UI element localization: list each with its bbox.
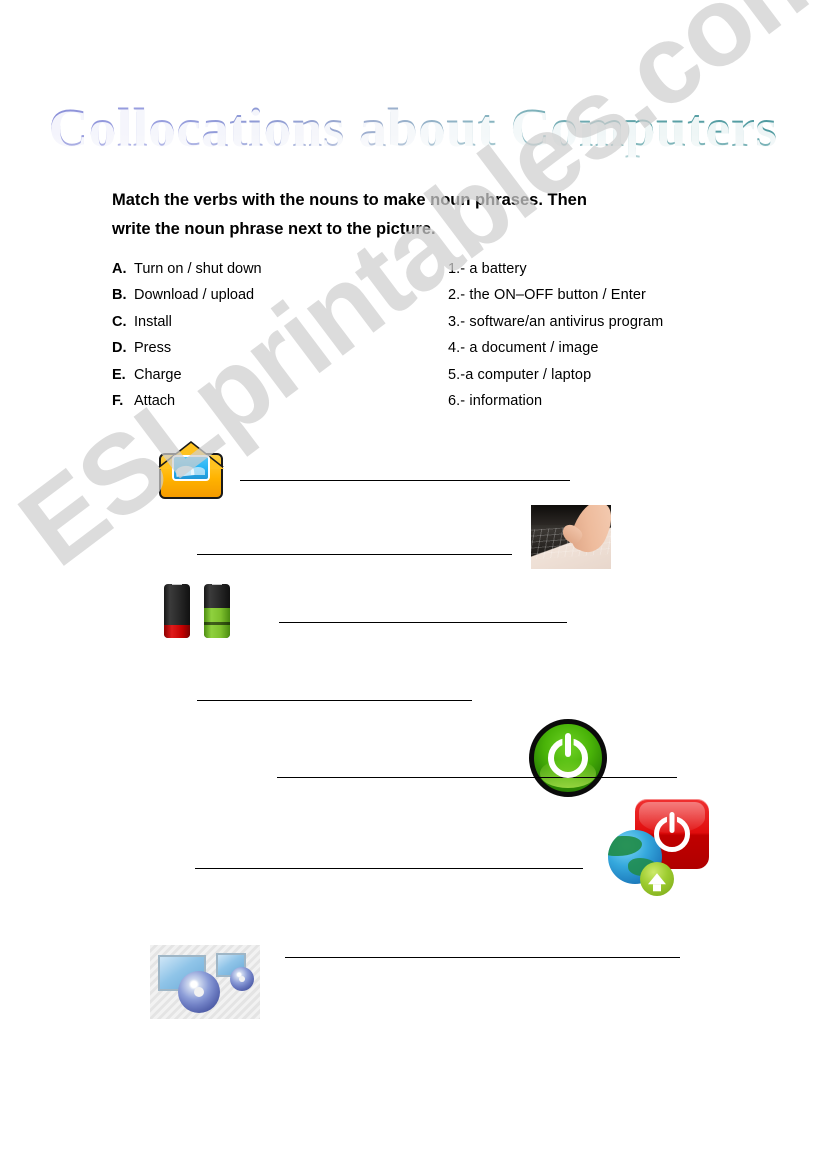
picture-answer-area [0,0,826,1169]
power-bar-red [669,812,675,833]
battery-low-icon [164,584,190,638]
answer-line-attach[interactable] [240,480,570,481]
worksheet-page: ESLprintables.com Collocations about Com… [0,0,826,1169]
power-bar-green [565,733,571,757]
answer-line-download[interactable] [285,957,680,958]
power-symbol-green [548,733,588,778]
upload-badge-icon [640,862,674,896]
finger-pressing-keyboard-key-photo [531,505,611,569]
answer-line-install[interactable] [277,777,677,778]
power-symbol-red [654,812,690,852]
answer-line-turn-on[interactable] [197,700,472,701]
answer-line-upload[interactable] [195,868,583,869]
install-software-icon [150,945,260,1019]
battery-low-fill [164,625,190,638]
envelope-image-card-icon [172,455,210,481]
answer-line-press[interactable] [197,554,512,555]
cd-disc-large-icon [178,971,220,1013]
cd-disc-small-icon [230,967,254,991]
answer-line-charge[interactable] [279,622,567,623]
power-on-button-icon [529,719,607,797]
open-envelope-with-image-icon [158,443,225,501]
battery-full-icon [204,584,230,638]
two-batteries-icon [164,578,242,640]
battery-full-fill [204,608,230,638]
upload-arrow-icon [648,873,666,892]
